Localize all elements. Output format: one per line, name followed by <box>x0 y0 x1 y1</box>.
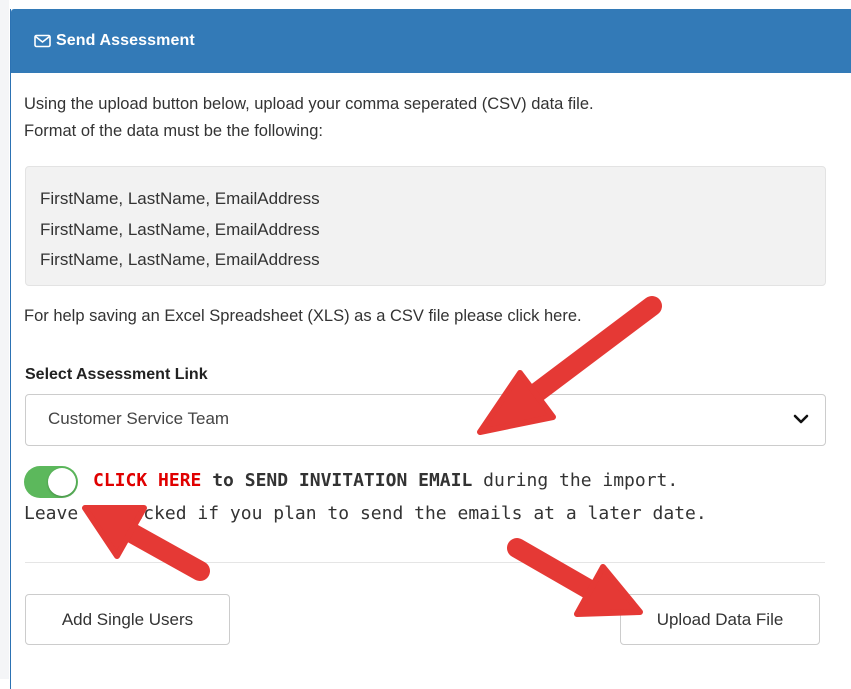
format-line: FirstName, LastName, EmailAddress <box>40 189 320 208</box>
add-single-users-button[interactable]: Add Single Users <box>25 594 230 645</box>
send-invitation-text: to SEND INVITATION EMAIL <box>212 470 473 491</box>
assessment-link-selected-value: Customer Service Team <box>48 409 230 428</box>
leave-unchecked-note: Leave unchecked if you plan to send the … <box>24 503 707 524</box>
panel-title: Send Assessment <box>56 32 195 49</box>
divider <box>25 562 825 563</box>
csv-format-example: FirstName, LastName, EmailAddress FirstN… <box>25 166 826 286</box>
format-line: FirstName, LastName, EmailAddress <box>40 219 320 239</box>
click-here-text[interactable]: CLICK HERE <box>93 470 201 491</box>
upload-data-file-button[interactable]: Upload Data File <box>620 594 820 645</box>
assessment-link-label: Select Assessment Link <box>25 366 208 383</box>
invitation-toggle-label: CLICK HERE to SEND INVITATION EMAIL duri… <box>93 470 678 491</box>
chevron-down-icon <box>792 412 810 426</box>
instructions-line-2: Format of the data must be the following… <box>24 122 323 140</box>
envelope-icon <box>34 34 51 48</box>
assessment-link-select[interactable]: Customer Service Team <box>25 394 826 446</box>
send-invitation-toggle[interactable] <box>24 466 78 498</box>
instructions-line-1: Using the upload button below, upload yo… <box>24 95 594 113</box>
page-background-edge <box>0 0 9 679</box>
upload-instructions: Using the upload button below, upload yo… <box>24 91 814 145</box>
excel-help-link[interactable]: For help saving an Excel Spreadsheet (XL… <box>24 305 582 327</box>
format-line: FirstName, LastName, EmailAddress <box>40 250 320 269</box>
panel-heading: Send Assessment <box>11 9 851 73</box>
toggle-knob <box>48 468 76 496</box>
during-import-text: during the import. <box>483 470 679 491</box>
